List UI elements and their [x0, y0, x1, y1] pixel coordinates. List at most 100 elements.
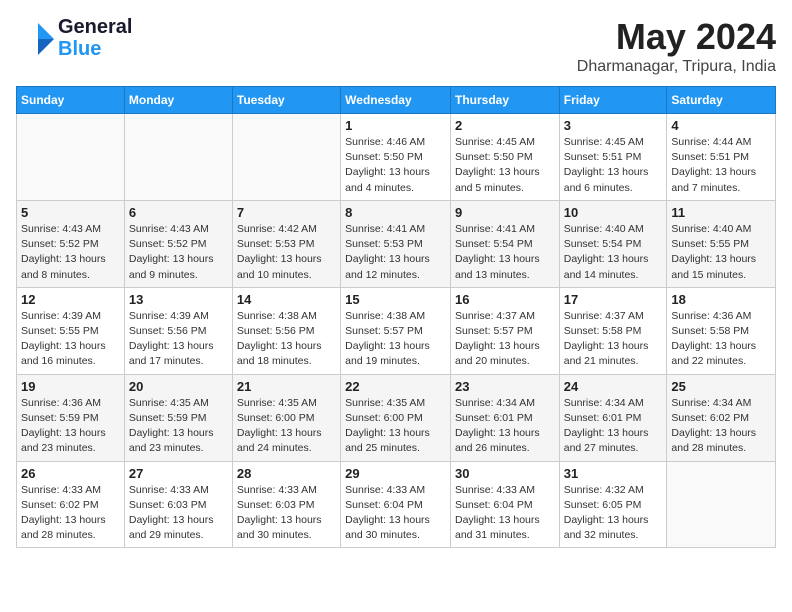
day-info: Sunrise: 4:35 AMSunset: 5:59 PMDaylight:… — [129, 396, 228, 457]
calendar-cell: 25 Sunrise: 4:34 AMSunset: 6:02 PMDaylig… — [667, 374, 776, 461]
calendar-cell: 8 Sunrise: 4:41 AMSunset: 5:53 PMDayligh… — [341, 200, 451, 287]
day-info: Sunrise: 4:42 AMSunset: 5:53 PMDaylight:… — [237, 222, 336, 283]
day-number: 31 — [564, 466, 663, 481]
day-info: Sunrise: 4:44 AMSunset: 5:51 PMDaylight:… — [671, 135, 771, 196]
calendar-cell: 3 Sunrise: 4:45 AMSunset: 5:51 PMDayligh… — [559, 114, 667, 201]
day-info: Sunrise: 4:46 AMSunset: 5:50 PMDaylight:… — [345, 135, 446, 196]
logo-text-block: General Blue — [58, 16, 132, 60]
calendar-cell: 15 Sunrise: 4:38 AMSunset: 5:57 PMDaylig… — [341, 287, 451, 374]
day-number: 4 — [671, 118, 771, 133]
day-info: Sunrise: 4:39 AMSunset: 5:55 PMDaylight:… — [21, 309, 120, 370]
day-number: 30 — [455, 466, 555, 481]
day-number: 20 — [129, 379, 228, 394]
calendar-cell: 1 Sunrise: 4:46 AMSunset: 5:50 PMDayligh… — [341, 114, 451, 201]
day-number: 23 — [455, 379, 555, 394]
calendar-cell: 21 Sunrise: 4:35 AMSunset: 6:00 PMDaylig… — [232, 374, 340, 461]
day-info: Sunrise: 4:40 AMSunset: 5:55 PMDaylight:… — [671, 222, 771, 283]
calendar-cell: 26 Sunrise: 4:33 AMSunset: 6:02 PMDaylig… — [17, 461, 125, 548]
day-info: Sunrise: 4:45 AMSunset: 5:51 PMDaylight:… — [564, 135, 663, 196]
calendar-body: 1 Sunrise: 4:46 AMSunset: 5:50 PMDayligh… — [17, 114, 776, 548]
day-info: Sunrise: 4:37 AMSunset: 5:57 PMDaylight:… — [455, 309, 555, 370]
page-header: General Blue May 2024 Dharmanagar, Tripu… — [16, 16, 776, 76]
weekday-header-wednesday: Wednesday — [341, 87, 451, 114]
calendar-week-row: 5 Sunrise: 4:43 AMSunset: 5:52 PMDayligh… — [17, 200, 776, 287]
weekday-header-thursday: Thursday — [450, 87, 559, 114]
day-number: 18 — [671, 292, 771, 307]
calendar-week-row: 19 Sunrise: 4:36 AMSunset: 5:59 PMDaylig… — [17, 374, 776, 461]
day-info: Sunrise: 4:37 AMSunset: 5:58 PMDaylight:… — [564, 309, 663, 370]
day-info: Sunrise: 4:41 AMSunset: 5:53 PMDaylight:… — [345, 222, 446, 283]
calendar-cell: 19 Sunrise: 4:36 AMSunset: 5:59 PMDaylig… — [17, 374, 125, 461]
weekday-header-tuesday: Tuesday — [232, 87, 340, 114]
calendar-cell — [124, 114, 232, 201]
day-info: Sunrise: 4:38 AMSunset: 5:56 PMDaylight:… — [237, 309, 336, 370]
calendar-week-row: 1 Sunrise: 4:46 AMSunset: 5:50 PMDayligh… — [17, 114, 776, 201]
day-info: Sunrise: 4:36 AMSunset: 5:58 PMDaylight:… — [671, 309, 771, 370]
calendar-cell: 18 Sunrise: 4:36 AMSunset: 5:58 PMDaylig… — [667, 287, 776, 374]
day-info: Sunrise: 4:34 AMSunset: 6:01 PMDaylight:… — [564, 396, 663, 457]
calendar-cell: 24 Sunrise: 4:34 AMSunset: 6:01 PMDaylig… — [559, 374, 667, 461]
calendar-week-row: 12 Sunrise: 4:39 AMSunset: 5:55 PMDaylig… — [17, 287, 776, 374]
calendar-cell: 29 Sunrise: 4:33 AMSunset: 6:04 PMDaylig… — [341, 461, 451, 548]
day-info: Sunrise: 4:33 AMSunset: 6:02 PMDaylight:… — [21, 483, 120, 544]
calendar-cell — [232, 114, 340, 201]
calendar-cell: 14 Sunrise: 4:38 AMSunset: 5:56 PMDaylig… — [232, 287, 340, 374]
calendar-cell: 28 Sunrise: 4:33 AMSunset: 6:03 PMDaylig… — [232, 461, 340, 548]
day-info: Sunrise: 4:38 AMSunset: 5:57 PMDaylight:… — [345, 309, 446, 370]
day-number: 24 — [564, 379, 663, 394]
day-number: 16 — [455, 292, 555, 307]
day-info: Sunrise: 4:33 AMSunset: 6:04 PMDaylight:… — [455, 483, 555, 544]
day-number: 13 — [129, 292, 228, 307]
calendar-cell: 13 Sunrise: 4:39 AMSunset: 5:56 PMDaylig… — [124, 287, 232, 374]
calendar-cell: 30 Sunrise: 4:33 AMSunset: 6:04 PMDaylig… — [450, 461, 559, 548]
day-number: 27 — [129, 466, 228, 481]
logo-line1: General — [58, 16, 132, 38]
day-number: 28 — [237, 466, 336, 481]
day-number: 22 — [345, 379, 446, 394]
day-info: Sunrise: 4:34 AMSunset: 6:02 PMDaylight:… — [671, 396, 771, 457]
calendar-header: SundayMondayTuesdayWednesdayThursdayFrid… — [17, 87, 776, 114]
calendar-cell: 6 Sunrise: 4:43 AMSunset: 5:52 PMDayligh… — [124, 200, 232, 287]
calendar-cell — [17, 114, 125, 201]
day-number: 5 — [21, 205, 120, 220]
day-info: Sunrise: 4:43 AMSunset: 5:52 PMDaylight:… — [129, 222, 228, 283]
day-number: 6 — [129, 205, 228, 220]
day-info: Sunrise: 4:34 AMSunset: 6:01 PMDaylight:… — [455, 396, 555, 457]
weekday-header-row: SundayMondayTuesdayWednesdayThursdayFrid… — [17, 87, 776, 114]
day-number: 2 — [455, 118, 555, 133]
day-info: Sunrise: 4:43 AMSunset: 5:52 PMDaylight:… — [21, 222, 120, 283]
calendar-table: SundayMondayTuesdayWednesdayThursdayFrid… — [16, 86, 776, 548]
day-info: Sunrise: 4:45 AMSunset: 5:50 PMDaylight:… — [455, 135, 555, 196]
day-number: 7 — [237, 205, 336, 220]
calendar-cell: 20 Sunrise: 4:35 AMSunset: 5:59 PMDaylig… — [124, 374, 232, 461]
calendar-week-row: 26 Sunrise: 4:33 AMSunset: 6:02 PMDaylig… — [17, 461, 776, 548]
day-number: 26 — [21, 466, 120, 481]
logo-icon — [16, 19, 54, 57]
weekday-header-sunday: Sunday — [17, 87, 125, 114]
weekday-header-friday: Friday — [559, 87, 667, 114]
day-info: Sunrise: 4:40 AMSunset: 5:54 PMDaylight:… — [564, 222, 663, 283]
day-number: 1 — [345, 118, 446, 133]
day-number: 25 — [671, 379, 771, 394]
calendar-cell: 4 Sunrise: 4:44 AMSunset: 5:51 PMDayligh… — [667, 114, 776, 201]
day-info: Sunrise: 4:33 AMSunset: 6:03 PMDaylight:… — [129, 483, 228, 544]
calendar-cell: 16 Sunrise: 4:37 AMSunset: 5:57 PMDaylig… — [450, 287, 559, 374]
day-number: 12 — [21, 292, 120, 307]
day-info: Sunrise: 4:35 AMSunset: 6:00 PMDaylight:… — [345, 396, 446, 457]
calendar-cell: 22 Sunrise: 4:35 AMSunset: 6:00 PMDaylig… — [341, 374, 451, 461]
calendar-cell: 23 Sunrise: 4:34 AMSunset: 6:01 PMDaylig… — [450, 374, 559, 461]
calendar-cell: 2 Sunrise: 4:45 AMSunset: 5:50 PMDayligh… — [450, 114, 559, 201]
day-info: Sunrise: 4:32 AMSunset: 6:05 PMDaylight:… — [564, 483, 663, 544]
calendar-cell: 7 Sunrise: 4:42 AMSunset: 5:53 PMDayligh… — [232, 200, 340, 287]
day-number: 9 — [455, 205, 555, 220]
day-info: Sunrise: 4:41 AMSunset: 5:54 PMDaylight:… — [455, 222, 555, 283]
day-number: 19 — [21, 379, 120, 394]
weekday-header-monday: Monday — [124, 87, 232, 114]
calendar-cell — [667, 461, 776, 548]
calendar-cell: 27 Sunrise: 4:33 AMSunset: 6:03 PMDaylig… — [124, 461, 232, 548]
day-number: 3 — [564, 118, 663, 133]
calendar-cell: 9 Sunrise: 4:41 AMSunset: 5:54 PMDayligh… — [450, 200, 559, 287]
day-info: Sunrise: 4:33 AMSunset: 6:03 PMDaylight:… — [237, 483, 336, 544]
day-info: Sunrise: 4:35 AMSunset: 6:00 PMDaylight:… — [237, 396, 336, 457]
calendar-cell: 5 Sunrise: 4:43 AMSunset: 5:52 PMDayligh… — [17, 200, 125, 287]
